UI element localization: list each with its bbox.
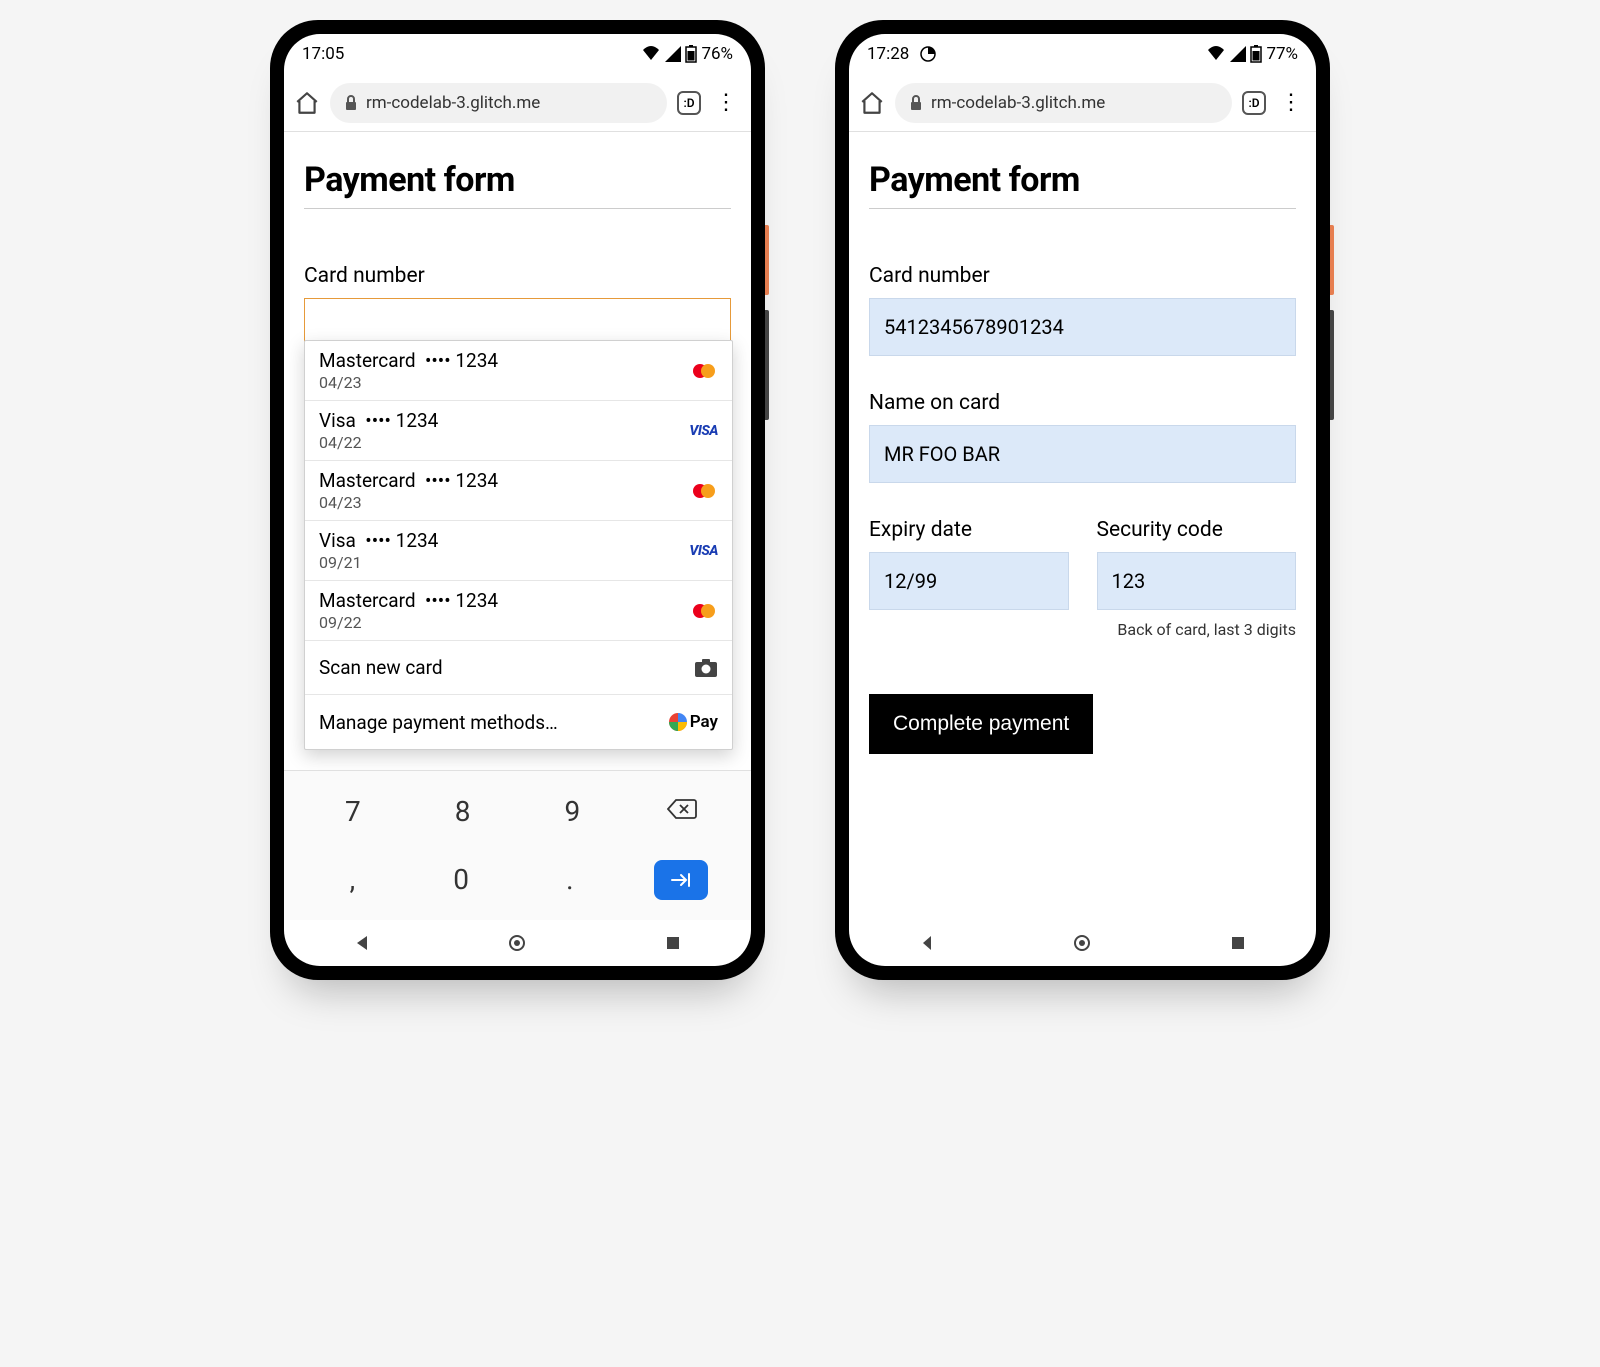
key-next[interactable] bbox=[654, 860, 708, 900]
visa-logo-icon: VISA bbox=[689, 543, 718, 559]
card-masked: •••• 1234 bbox=[365, 529, 438, 552]
nav-back-icon[interactable] bbox=[918, 934, 936, 952]
card-expiry: 09/22 bbox=[319, 613, 690, 632]
card-masked: •••• 1234 bbox=[425, 469, 498, 492]
card-brand: Mastercard bbox=[319, 469, 416, 492]
menu-icon[interactable]: ⋮ bbox=[711, 90, 741, 115]
expiry-input[interactable]: 12/99 bbox=[869, 552, 1069, 610]
autofill-card-item[interactable]: Visa •••• 1234 09/21 VISA bbox=[305, 521, 732, 581]
key-7[interactable]: 7 bbox=[328, 795, 378, 828]
nav-back-icon[interactable] bbox=[353, 934, 371, 952]
nav-home-icon[interactable] bbox=[1073, 934, 1091, 952]
visa-logo-icon: VISA bbox=[689, 423, 718, 439]
security-code-input[interactable]: 123 bbox=[1097, 552, 1297, 610]
key-backspace[interactable] bbox=[657, 798, 707, 824]
nav-recent-icon[interactable] bbox=[1229, 934, 1247, 952]
mastercard-logo-icon bbox=[690, 602, 718, 620]
omnibox[interactable]: rm-codelab-3.glitch.me bbox=[895, 83, 1232, 123]
phone-left: 17:05 76% rm-codelab-3.glitch.me :D ⋮ Pa… bbox=[270, 20, 765, 980]
autofill-card-item[interactable]: Mastercard •••• 1234 04/23 bbox=[305, 341, 732, 401]
label-name-on-card: Name on card bbox=[869, 391, 1296, 415]
android-navbar bbox=[284, 920, 751, 966]
browser-toolbar: rm-codelab-3.glitch.me :D ⋮ bbox=[849, 74, 1316, 132]
status-time: 17:05 bbox=[302, 44, 344, 64]
nav-home-icon[interactable] bbox=[508, 934, 526, 952]
autofill-card-item[interactable]: Mastercard •••• 1234 04/23 bbox=[305, 461, 732, 521]
home-icon[interactable] bbox=[859, 90, 885, 116]
complete-payment-button[interactable]: Complete payment bbox=[869, 694, 1093, 754]
android-navbar bbox=[849, 920, 1316, 966]
menu-icon[interactable]: ⋮ bbox=[1276, 90, 1306, 115]
card-masked: •••• 1234 bbox=[365, 409, 438, 432]
home-icon[interactable] bbox=[294, 90, 320, 116]
card-expiry: 04/23 bbox=[319, 493, 690, 512]
nav-recent-icon[interactable] bbox=[664, 934, 682, 952]
key-comma[interactable]: , bbox=[327, 863, 377, 896]
scan-new-card-item[interactable]: Scan new card bbox=[305, 641, 732, 695]
status-bar: 17:05 76% bbox=[284, 34, 751, 74]
card-expiry: 09/21 bbox=[319, 553, 689, 572]
page-title: Payment form bbox=[869, 160, 1296, 200]
autofill-card-item[interactable]: Visa •••• 1234 04/22 VISA bbox=[305, 401, 732, 461]
wifi-icon bbox=[1206, 46, 1226, 62]
autofill-card-item[interactable]: Mastercard •••• 1234 09/22 bbox=[305, 581, 732, 641]
lock-icon bbox=[909, 95, 923, 111]
omnibox[interactable]: rm-codelab-3.glitch.me bbox=[330, 83, 667, 123]
page-title: Payment form bbox=[304, 160, 731, 200]
key-9[interactable]: 9 bbox=[547, 795, 597, 828]
phone-right: 17:28 77% rm-codelab-3.glitch.me :D ⋮ Pa… bbox=[835, 20, 1330, 980]
manage-payment-methods-item[interactable]: Manage payment methods… Pay bbox=[305, 695, 732, 749]
status-time: 17:28 bbox=[867, 44, 909, 64]
signal-icon bbox=[1230, 46, 1246, 62]
mastercard-logo-icon bbox=[690, 362, 718, 380]
status-battery: 76% bbox=[701, 44, 733, 64]
card-brand: Visa bbox=[319, 409, 356, 432]
mastercard-logo-icon bbox=[690, 482, 718, 500]
camera-icon bbox=[694, 658, 718, 678]
card-brand: Mastercard bbox=[319, 589, 416, 612]
autofill-dropdown: Mastercard •••• 1234 04/23 Visa •••• 123… bbox=[304, 340, 733, 750]
name-on-card-input[interactable]: MR FOO BAR bbox=[869, 425, 1296, 483]
tab-switcher-icon[interactable]: :D bbox=[677, 91, 701, 115]
battery-icon bbox=[685, 45, 697, 63]
omnibox-url: rm-codelab-3.glitch.me bbox=[366, 93, 540, 113]
signal-icon bbox=[665, 46, 681, 62]
gpay-icon: Pay bbox=[668, 712, 718, 732]
omnibox-url: rm-codelab-3.glitch.me bbox=[931, 93, 1105, 113]
card-masked: •••• 1234 bbox=[425, 349, 498, 372]
key-period[interactable]: . bbox=[545, 863, 595, 896]
data-saver-icon bbox=[919, 45, 937, 63]
card-number-input[interactable]: 5412345678901234 bbox=[869, 298, 1296, 356]
status-battery: 77% bbox=[1266, 44, 1298, 64]
card-brand: Mastercard bbox=[319, 349, 416, 372]
security-code-hint: Back of card, last 3 digits bbox=[1097, 620, 1297, 639]
lock-icon bbox=[344, 95, 358, 111]
wifi-icon bbox=[641, 46, 661, 62]
battery-icon bbox=[1250, 45, 1262, 63]
key-8[interactable]: 8 bbox=[438, 795, 488, 828]
card-brand: Visa bbox=[319, 529, 356, 552]
label-security-code: Security code bbox=[1097, 518, 1297, 542]
card-masked: •••• 1234 bbox=[425, 589, 498, 612]
label-expiry: Expiry date bbox=[869, 518, 1069, 542]
label-card-number: Card number bbox=[304, 264, 731, 288]
status-bar: 17:28 77% bbox=[849, 34, 1316, 74]
label-card-number: Card number bbox=[869, 264, 1296, 288]
numeric-keyboard: 7 8 9 , 0 . bbox=[284, 770, 751, 920]
card-expiry: 04/22 bbox=[319, 433, 689, 452]
key-0[interactable]: 0 bbox=[436, 863, 486, 896]
card-expiry: 04/23 bbox=[319, 373, 690, 392]
tab-switcher-icon[interactable]: :D bbox=[1242, 91, 1266, 115]
browser-toolbar: rm-codelab-3.glitch.me :D ⋮ bbox=[284, 74, 751, 132]
